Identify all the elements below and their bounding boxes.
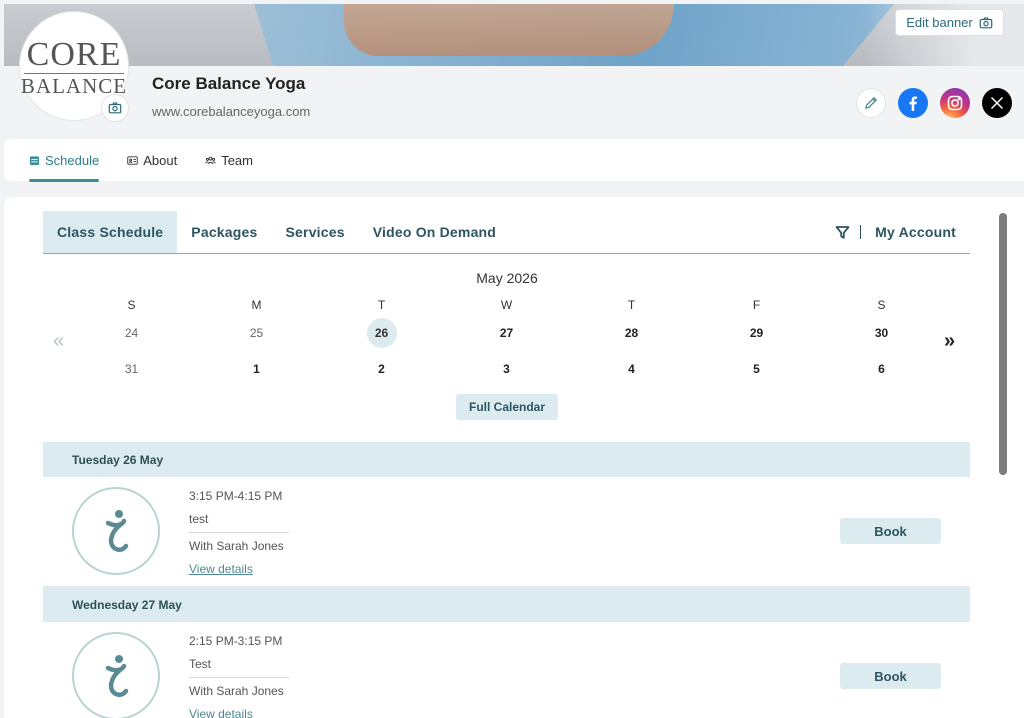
calendar-day[interactable]: 29 <box>694 318 819 348</box>
tab-about[interactable]: About <box>127 139 177 181</box>
calendar-day[interactable]: 4 <box>569 354 694 384</box>
full-calendar-button[interactable]: Full Calendar <box>456 394 558 420</box>
class-avatar <box>72 632 160 718</box>
facebook-icon <box>909 96 917 111</box>
edit-banner-label: Edit banner <box>906 15 973 30</box>
calendar-month: May 2026 <box>476 270 538 286</box>
class-time: 3:15 PM-4:15 PM <box>189 489 283 503</box>
class-row: 3:15 PM-4:15 PM test With Sarah Jones Vi… <box>43 477 970 587</box>
class-name: test <box>189 512 209 526</box>
facebook-link[interactable] <box>898 88 928 118</box>
subtab-video-on-demand[interactable]: Video On Demand <box>359 211 510 253</box>
class-teacher: With Sarah Jones <box>189 539 284 553</box>
class-teacher: With Sarah Jones <box>189 684 284 698</box>
calendar-day[interactable]: 1 <box>194 354 319 384</box>
weekday-label: T <box>377 298 386 312</box>
calendar-day: 25 <box>249 326 264 340</box>
yoga-figure-icon <box>105 655 129 698</box>
business-name: Core Balance Yoga <box>152 74 306 93</box>
day-heading: Tuesday 26 May <box>43 442 970 477</box>
tab-team[interactable]: Team <box>205 139 253 181</box>
class-avatar <box>72 487 160 575</box>
book-button[interactable]: Book <box>840 663 941 689</box>
view-details-link[interactable]: View details <box>189 562 253 576</box>
class-name: Test <box>189 657 212 671</box>
logo-line1: CORE <box>26 35 122 73</box>
camera-icon <box>108 102 122 114</box>
weekday-label: S <box>127 298 136 312</box>
social-links <box>856 88 1012 118</box>
my-account-link[interactable]: My Account <box>871 224 956 240</box>
id-card-icon <box>127 155 138 165</box>
profile-tabs: Schedule About Team <box>4 139 1024 182</box>
calendar-day[interactable]: 28 <box>569 318 694 348</box>
prev-week-button[interactable]: « <box>53 330 64 353</box>
view-details-link[interactable]: View details <box>189 707 253 718</box>
yoga-figure-icon <box>105 510 129 553</box>
x-icon <box>990 96 1004 110</box>
week-row: 24 25 26 27 28 29 30 <box>69 315 944 351</box>
banner-image <box>4 4 1024 66</box>
edit-banner-button[interactable]: Edit banner <box>895 9 1004 36</box>
weekday-label: F <box>752 298 761 312</box>
schedule-subnav: Class Schedule Packages Services Video O… <box>43 211 970 254</box>
weekday-label: W <box>500 298 513 312</box>
book-button[interactable]: Book <box>840 518 941 544</box>
day-heading: Wednesday 27 May <box>43 587 970 622</box>
instagram-link[interactable] <box>940 88 970 118</box>
business-url[interactable]: www.corebalanceyoga.com <box>152 104 310 119</box>
weekday-row: S M T W T F S <box>69 297 944 313</box>
calendar-day: 24 <box>124 326 139 340</box>
subtab-packages[interactable]: Packages <box>177 211 271 253</box>
next-week-button[interactable]: » <box>944 330 955 353</box>
banner-hand <box>344 4 674 56</box>
calendar-day: 31 <box>124 362 139 376</box>
edit-socials-button[interactable] <box>856 88 886 118</box>
change-logo-button[interactable] <box>101 94 129 122</box>
weekday-label: T <box>627 298 636 312</box>
calendar-day[interactable]: 30 <box>819 318 944 348</box>
calendar-day[interactable]: 3 <box>444 354 569 384</box>
calendar-day-selected[interactable]: 26 <box>319 318 444 348</box>
tab-about-label: About <box>143 152 178 168</box>
class-row: 2:15 PM-3:15 PM Test With Sarah Jones Vi… <box>43 622 970 718</box>
tab-schedule[interactable]: Schedule <box>29 139 100 182</box>
calendar-day[interactable]: 2 <box>319 354 444 384</box>
class-time: 2:15 PM-3:15 PM <box>189 634 283 648</box>
camera-icon <box>979 16 993 28</box>
filter-icon[interactable] <box>835 225 850 240</box>
logo-line2: BALANCE <box>20 73 128 98</box>
weekday-label: M <box>251 298 262 312</box>
tab-team-label: Team <box>221 152 253 168</box>
scrollbar[interactable] <box>999 213 1007 475</box>
weekday-label: S <box>877 298 886 312</box>
x-link[interactable] <box>982 88 1012 118</box>
team-icon <box>205 156 216 164</box>
tab-schedule-label: Schedule <box>45 152 100 168</box>
subtab-class-schedule[interactable]: Class Schedule <box>43 211 178 253</box>
week-calendar: S M T W T F S 24 25 26 27 28 29 30 31 1 … <box>69 297 944 387</box>
pencil-icon <box>865 96 878 109</box>
calendar-day[interactable]: 27 <box>444 318 569 348</box>
subtab-services[interactable]: Services <box>272 211 359 253</box>
calendar-day[interactable]: 5 <box>694 354 819 384</box>
calendar-day[interactable]: 6 <box>819 354 944 384</box>
instagram-icon <box>947 95 963 111</box>
calendar-icon <box>29 155 40 165</box>
week-row: 31 1 2 3 4 5 6 <box>69 351 944 387</box>
